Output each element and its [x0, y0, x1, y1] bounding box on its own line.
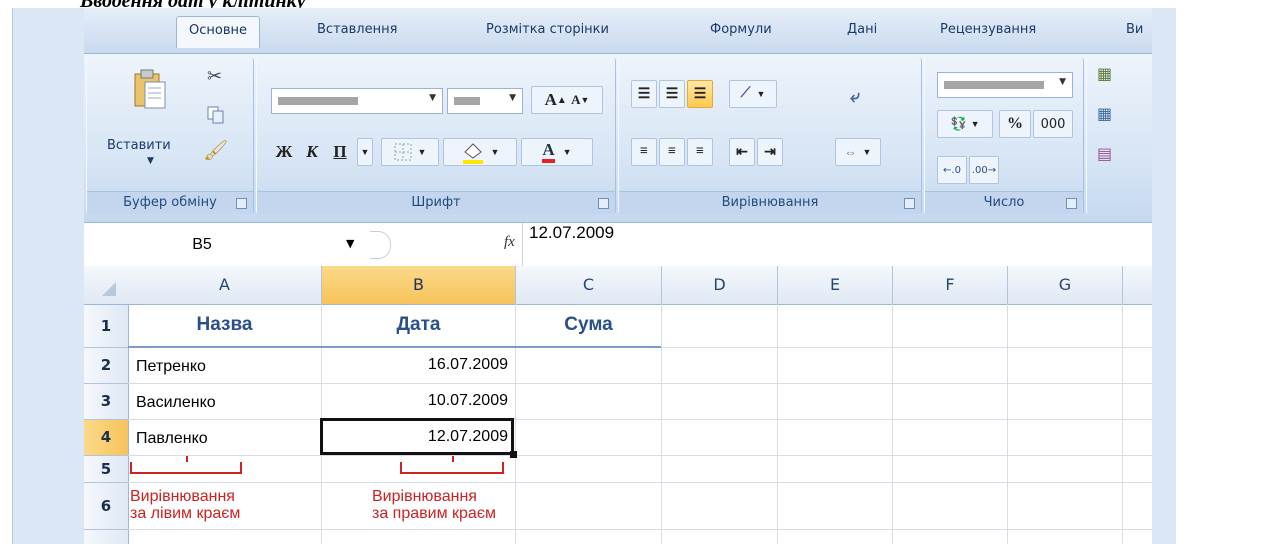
group-number-label: Число [925, 191, 1083, 214]
align-right-button[interactable]: ≡ [687, 138, 713, 166]
increase-indent-button[interactable]: ⇥ [757, 138, 783, 166]
wrap-text-icon[interactable]: ⤶ [841, 82, 869, 110]
grow-font-button[interactable]: A [545, 90, 557, 110]
align-middle-button[interactable]: ☰ [659, 80, 685, 108]
underline-dropdown-icon[interactable]: ▼ [357, 138, 373, 166]
cell-c1[interactable]: Сума [516, 314, 661, 336]
number-format-combo[interactable]: ▼ [937, 72, 1073, 98]
right-align-annotation: Вирівнювання за правим краєм [372, 488, 496, 522]
ribbon-tabs: Основне Вставлення Розмітка сторінки Фор… [84, 8, 1152, 54]
insert-function-icon[interactable]: fx [504, 234, 515, 251]
group-styles: ▦ ▦ ▤ [1086, 58, 1152, 214]
cell-a1[interactable]: Назва [128, 314, 321, 336]
bold-button[interactable]: Ж [271, 138, 297, 166]
row-header-1[interactable]: 1 [84, 305, 129, 348]
italic-button[interactable]: К [299, 138, 325, 166]
font-size-combo[interactable]: ▼ [447, 88, 523, 114]
group-clipboard-label: Буфер обміну [87, 191, 253, 214]
group-font: ▼ ▼ A ▲ A ▼ Ж К П ▼ ▼ ▼ A ▼ Шрифт [256, 58, 616, 214]
group-alignment-label: Вирівнювання [619, 191, 921, 214]
row-header-2[interactable]: 2 [84, 348, 129, 384]
font-color-button[interactable]: A ▼ [521, 138, 593, 166]
borders-button[interactable]: ▼ [381, 138, 439, 166]
align-left-button[interactable]: ≡ [631, 138, 657, 166]
column-header-d[interactable]: D [662, 266, 778, 305]
fill-color-button[interactable]: ▼ [443, 138, 517, 166]
ribbon: Основне Вставлення Розмітка сторінки Фор… [84, 8, 1152, 222]
formula-input[interactable]: 12.07.2009 [522, 223, 614, 267]
column-header-b[interactable]: B [322, 266, 516, 305]
font-color-icon: A [542, 141, 555, 163]
header-row-border [128, 346, 661, 348]
borders-icon [394, 143, 412, 161]
cut-icon[interactable]: ✂ [207, 66, 222, 87]
name-box[interactable]: B5 [84, 223, 320, 267]
cell-b3[interactable]: 10.07.2009 [322, 392, 508, 410]
percent-button[interactable]: % [999, 110, 1031, 138]
select-all-corner[interactable] [84, 266, 129, 305]
tab-page-layout[interactable]: Розмітка сторінки [486, 22, 609, 37]
column-header-c[interactable]: C [516, 266, 662, 305]
group-clipboard: Вставити ▼ ✂ 🖌 Буфер обміну [86, 58, 254, 214]
column-header-f[interactable]: F [893, 266, 1008, 305]
row-header-3[interactable]: 3 [84, 384, 129, 420]
underline-button[interactable]: П [327, 138, 353, 166]
tab-home[interactable]: Основне [176, 16, 260, 48]
tab-formulas[interactable]: Формули [710, 22, 772, 37]
column-header-e[interactable]: E [778, 266, 893, 305]
cell-b2[interactable]: 16.07.2009 [322, 356, 508, 374]
ribbon-body: Вставити ▼ ✂ 🖌 Буфер обміну ▼ ▼ A ▲ A ▼ Ж … [84, 54, 1152, 222]
tab-view[interactable]: Ви [1126, 22, 1143, 37]
align-top-button[interactable]: ☰ [631, 80, 657, 108]
fill-color-icon [462, 143, 483, 164]
currency-button[interactable]: 💱 ▼ [937, 110, 993, 138]
thousands-button[interactable]: 000 [1033, 110, 1073, 138]
column-header-a[interactable]: A [128, 266, 322, 305]
left-align-annotation: Вирівнювання за лівим краєм [130, 488, 241, 522]
cell-a2[interactable]: Петренко [136, 358, 206, 376]
group-alignment: ☰ ☰ ☰ ⟋ ▼ ⤶ ≡ ≡ ≡ ⇤ ⇥ ⇔ ▼ Вирівнювання [618, 58, 922, 214]
conditional-format-icon[interactable]: ▦ [1097, 64, 1112, 83]
align-bottom-button[interactable]: ☰ [687, 80, 713, 108]
spreadsheet-grid: A B C D E F G 1 2 3 4 5 6 Назва Дата Сум… [84, 266, 1152, 544]
decrease-decimal-icon[interactable]: .00→ [969, 156, 999, 184]
tab-insert[interactable]: Вставлення [317, 22, 397, 37]
increase-decimal-icon[interactable]: ←.0 [937, 156, 967, 184]
row-header-6[interactable]: 6 [84, 483, 129, 530]
merge-center-button[interactable]: ⇔ ▼ [835, 138, 881, 166]
paste-button[interactable]: Вставити [107, 138, 171, 153]
cell-a4[interactable]: Павленко [136, 430, 208, 448]
formula-bar: B5 ▼ fx 12.07.2009 [84, 222, 1152, 268]
column-header-g[interactable]: G [1008, 266, 1123, 305]
row-header-5[interactable]: 5 [84, 456, 129, 483]
group-font-label: Шрифт [257, 191, 615, 214]
row-header-4[interactable]: 4 [84, 420, 129, 456]
row-header-7[interactable] [84, 530, 129, 544]
format-table-icon[interactable]: ▦ [1097, 104, 1112, 123]
cell-b1[interactable]: Дата [322, 314, 515, 336]
formula-bar-splitter[interactable] [370, 231, 391, 259]
column-header-h[interactable] [1123, 266, 1152, 305]
format-painter-icon[interactable]: 🖌 [203, 138, 228, 162]
align-center-button[interactable]: ≡ [659, 138, 685, 166]
tab-data[interactable]: Дані [847, 22, 877, 37]
shrink-font-button[interactable]: A [571, 92, 580, 108]
left-align-bracket [130, 456, 242, 474]
group-number: ▼ 💱 ▼ % 000 ←.0 .00→ Число [924, 58, 1084, 214]
cell-styles-icon[interactable]: ▤ [1097, 144, 1112, 163]
orientation-button[interactable]: ⟋ ▼ [729, 80, 777, 108]
decrease-indent-button[interactable]: ⇤ [729, 138, 755, 166]
fill-handle[interactable] [510, 451, 517, 458]
font-name-combo[interactable]: ▼ [271, 88, 443, 114]
font-size-buttons: A ▲ A ▼ [531, 86, 603, 114]
name-box-dropdown-icon[interactable]: ▼ [346, 237, 354, 250]
paste-dropdown-icon[interactable]: ▼ [147, 156, 154, 166]
right-align-bracket [400, 456, 504, 474]
clipboard-icon[interactable] [133, 68, 167, 112]
cell-a3[interactable]: Василенко [136, 394, 216, 412]
tab-review[interactable]: Рецензування [940, 22, 1036, 37]
active-cell-border [320, 418, 514, 455]
copy-icon[interactable] [207, 106, 225, 128]
